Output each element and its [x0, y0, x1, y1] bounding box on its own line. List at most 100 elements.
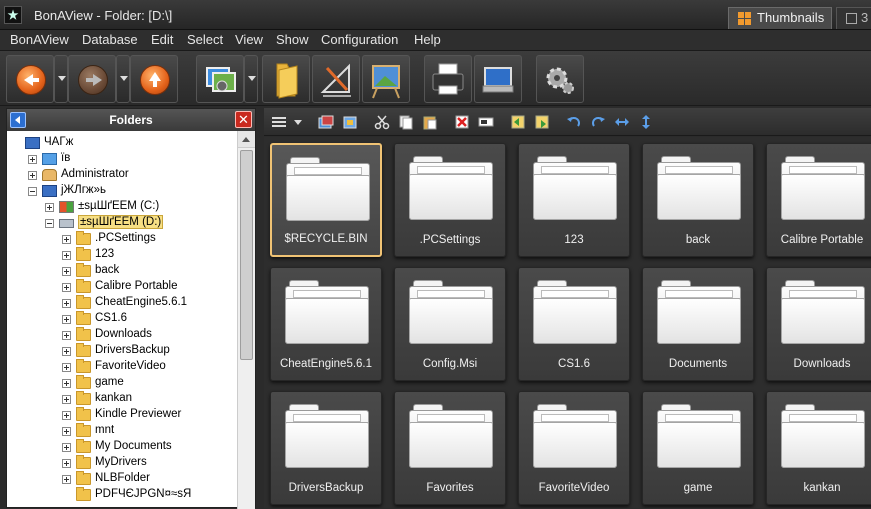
folder-thumbnail[interactable]: CS1.6	[518, 267, 630, 381]
folder-thumbnail[interactable]: Calibre Portable	[766, 143, 871, 257]
expand-icon[interactable]	[62, 235, 71, 244]
folder-thumbnail[interactable]: back	[642, 143, 754, 257]
tree-item[interactable]: My Documents	[7, 439, 237, 455]
forward-button[interactable]	[68, 55, 116, 103]
view-dropdown-icon[interactable]	[290, 114, 306, 130]
folder-thumbnail[interactable]: Config.Msi	[394, 267, 506, 381]
undo-icon[interactable]	[566, 114, 582, 130]
close-icon[interactable]: ✕	[235, 111, 252, 128]
flip-vertical-icon[interactable]	[638, 114, 654, 130]
tree-item[interactable]: Downloads	[7, 327, 237, 343]
expand-icon[interactable]	[62, 331, 71, 340]
tree-item[interactable]: CS1.6	[7, 311, 237, 327]
folder-thumbnail[interactable]: 123	[518, 143, 630, 257]
tree-scrollbar[interactable]	[237, 131, 255, 509]
expand-icon[interactable]	[45, 203, 54, 212]
menu-edit[interactable]: Edit	[151, 32, 173, 47]
tree-item[interactable]: jЖЛгж»ь	[7, 183, 237, 199]
tree-item[interactable]: mnt	[7, 423, 237, 439]
forward-dropdown-button[interactable]	[116, 55, 130, 103]
menu-configuration[interactable]: Configuration	[321, 32, 398, 47]
folder-thumbnail[interactable]: FavoriteVideo	[518, 391, 630, 505]
tree-item[interactable]: Calibre Portable	[7, 279, 237, 295]
edit-button[interactable]	[312, 55, 360, 103]
scanner-button[interactable]	[474, 55, 522, 103]
menu-bonaview[interactable]: BonAView	[10, 32, 69, 47]
expand-icon[interactable]	[62, 299, 71, 308]
delete-icon[interactable]	[454, 114, 470, 130]
collapse-icon[interactable]	[28, 187, 37, 196]
expand-icon[interactable]	[62, 395, 71, 404]
tree-item[interactable]: CheatEngine5.6.1	[7, 295, 237, 311]
expand-icon[interactable]	[62, 443, 71, 452]
folder-thumbnail[interactable]: Documents	[642, 267, 754, 381]
tab-thumbnails[interactable]: Thumbnails	[728, 7, 832, 29]
expand-icon[interactable]	[62, 363, 71, 372]
tree-item[interactable]: kankan	[7, 391, 237, 407]
view-mode-icon[interactable]	[271, 114, 287, 130]
expand-icon[interactable]	[62, 379, 71, 388]
cut-icon[interactable]	[374, 114, 390, 130]
folder-thumbnail[interactable]: DriversBackup	[270, 391, 382, 505]
tree-item[interactable]: game	[7, 375, 237, 391]
tree-item[interactable]: ±ѕµШґЕЕМ (C:)	[7, 199, 237, 215]
expand-icon[interactable]	[62, 251, 71, 260]
photos-button[interactable]	[196, 55, 244, 103]
menu-select[interactable]: Select	[187, 32, 223, 47]
folder-tree[interactable]: ЧАГж ïв Administrator jЖЛгж»ь ±ѕµШґЕЕМ (C:) ±…	[7, 131, 237, 509]
import-icon[interactable]	[510, 114, 526, 130]
tree-item[interactable]: MyDrivers	[7, 455, 237, 471]
copy-icon[interactable]	[398, 114, 414, 130]
settings-button[interactable]	[536, 55, 584, 103]
expand-icon[interactable]	[62, 411, 71, 420]
folder-thumbnail[interactable]: Favorites	[394, 391, 506, 505]
tree-item[interactable]: Administrator	[7, 167, 237, 183]
rename-icon[interactable]	[478, 114, 494, 130]
open-icon[interactable]	[318, 114, 334, 130]
expand-icon[interactable]	[62, 283, 71, 292]
expand-icon[interactable]	[62, 347, 71, 356]
scroll-thumb[interactable]	[240, 150, 253, 360]
menu-database[interactable]: Database	[82, 32, 138, 47]
expand-icon[interactable]	[62, 459, 71, 468]
tree-item[interactable]: ЧАГж	[7, 135, 237, 151]
folder-thumbnail[interactable]: game	[642, 391, 754, 505]
menu-help[interactable]: Help	[414, 32, 441, 47]
folder-thumbnail[interactable]: .PCSettings	[394, 143, 506, 257]
back-button[interactable]	[6, 55, 54, 103]
menu-show[interactable]: Show	[276, 32, 309, 47]
folder-thumbnail[interactable]: kankan	[766, 391, 871, 505]
tree-item[interactable]: ïв	[7, 151, 237, 167]
tree-item[interactable]: FavoriteVideo	[7, 359, 237, 375]
expand-icon[interactable]	[62, 267, 71, 276]
tab-secondary[interactable]: 3	[836, 7, 871, 29]
scroll-up-icon[interactable]	[238, 131, 255, 148]
up-button[interactable]	[130, 55, 178, 103]
expand-icon[interactable]	[62, 315, 71, 324]
tree-item[interactable]: ±ѕµШґЕЕМ (D:)	[7, 215, 237, 231]
expand-icon[interactable]	[62, 475, 71, 484]
tree-item[interactable]: DriversBackup	[7, 343, 237, 359]
print-button[interactable]	[424, 55, 472, 103]
painting-button[interactable]	[362, 55, 410, 103]
flip-horizontal-icon[interactable]	[614, 114, 630, 130]
folder-thumbnail[interactable]: CheatEngine5.6.1	[270, 267, 382, 381]
browse-icon[interactable]	[342, 114, 358, 130]
paste-icon[interactable]	[422, 114, 438, 130]
collapse-icon[interactable]	[45, 219, 54, 228]
folder-thumbnail[interactable]: $RECYCLE.BIN	[270, 143, 382, 257]
back-dropdown-button[interactable]	[54, 55, 68, 103]
tree-item[interactable]: 123	[7, 247, 237, 263]
folder-button[interactable]	[262, 55, 310, 103]
tree-item[interactable]: back	[7, 263, 237, 279]
export-icon[interactable]	[534, 114, 550, 130]
menu-view[interactable]: View	[235, 32, 263, 47]
redo-icon[interactable]	[590, 114, 606, 130]
tree-item[interactable]: NLBFolder	[7, 471, 237, 487]
expand-icon[interactable]	[28, 155, 37, 164]
folder-thumbnail[interactable]: Downloads	[766, 267, 871, 381]
tree-item[interactable]: PDFЧЄJPGN¤≈sЯ	[7, 487, 237, 503]
photos-dropdown-button[interactable]	[244, 55, 258, 103]
expand-icon[interactable]	[62, 427, 71, 436]
tree-item[interactable]: .PCSettings	[7, 231, 237, 247]
